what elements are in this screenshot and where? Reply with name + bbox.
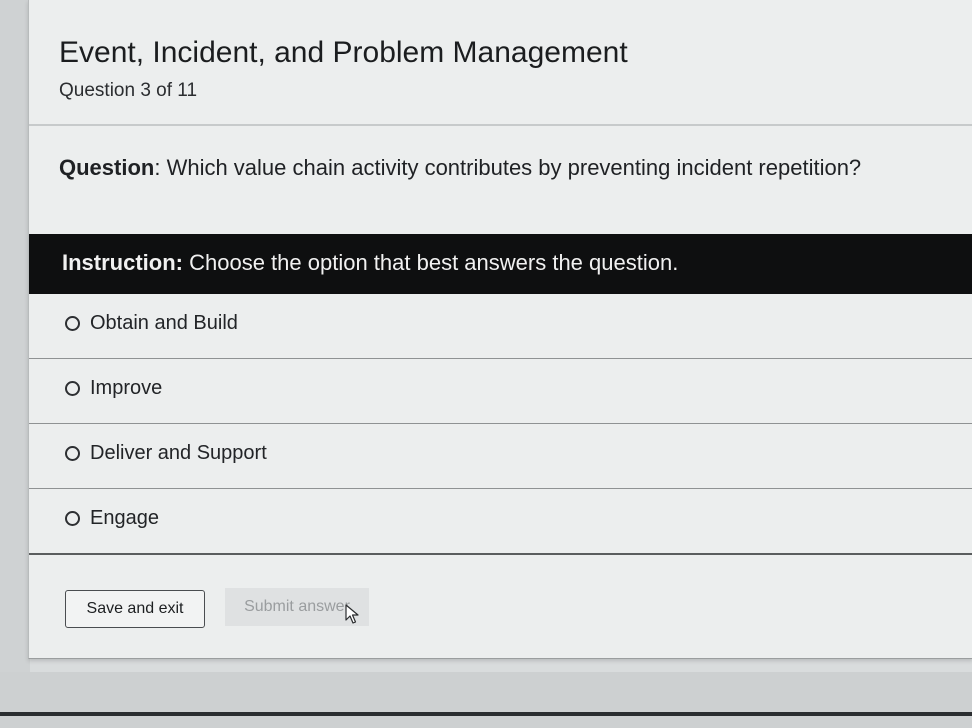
instruction-label: Instruction: [62, 250, 183, 275]
radio-unchecked-icon[interactable] [65, 511, 80, 526]
answer-option-deliver-and-support[interactable]: Deliver and Support [29, 424, 972, 489]
option-label: Deliver and Support [90, 442, 267, 464]
radio-unchecked-icon[interactable] [65, 381, 80, 396]
option-label: Improve [90, 377, 163, 399]
radio-unchecked-icon[interactable] [65, 316, 80, 331]
question-label: Question [59, 155, 155, 180]
radio-unchecked-icon[interactable] [65, 446, 80, 461]
background-left [0, 0, 30, 728]
answer-options: Obtain and Build Improve Deliver and Sup… [29, 294, 972, 555]
mouse-pointer-icon [345, 604, 359, 624]
answer-option-improve[interactable]: Improve [29, 359, 972, 424]
question-body: : Which value chain activity contributes… [154, 155, 862, 180]
instruction-body: Choose the option that best answers the … [183, 250, 679, 275]
question-text: Question: Which value chain activity con… [59, 155, 861, 181]
background-bottom-edge [0, 712, 972, 716]
save-and-exit-button[interactable]: Save and exit [65, 590, 205, 628]
answer-option-engage[interactable]: Engage [29, 489, 972, 555]
instruction-text: Instruction: Choose the option that best… [62, 250, 678, 276]
page-title: Event, Incident, and Problem Management [59, 36, 628, 69]
answer-option-obtain-and-build[interactable]: Obtain and Build [29, 294, 972, 359]
instruction-bar: Instruction: Choose the option that best… [29, 234, 972, 294]
option-label: Obtain and Build [90, 312, 238, 334]
question-progress: Question 3 of 11 [59, 80, 198, 101]
quiz-header: Event, Incident, and Problem Management … [29, 0, 972, 124]
header-divider [29, 124, 972, 126]
background-bottom [0, 672, 972, 728]
option-label: Engage [90, 507, 159, 529]
quiz-card: Event, Incident, and Problem Management … [28, 0, 972, 659]
